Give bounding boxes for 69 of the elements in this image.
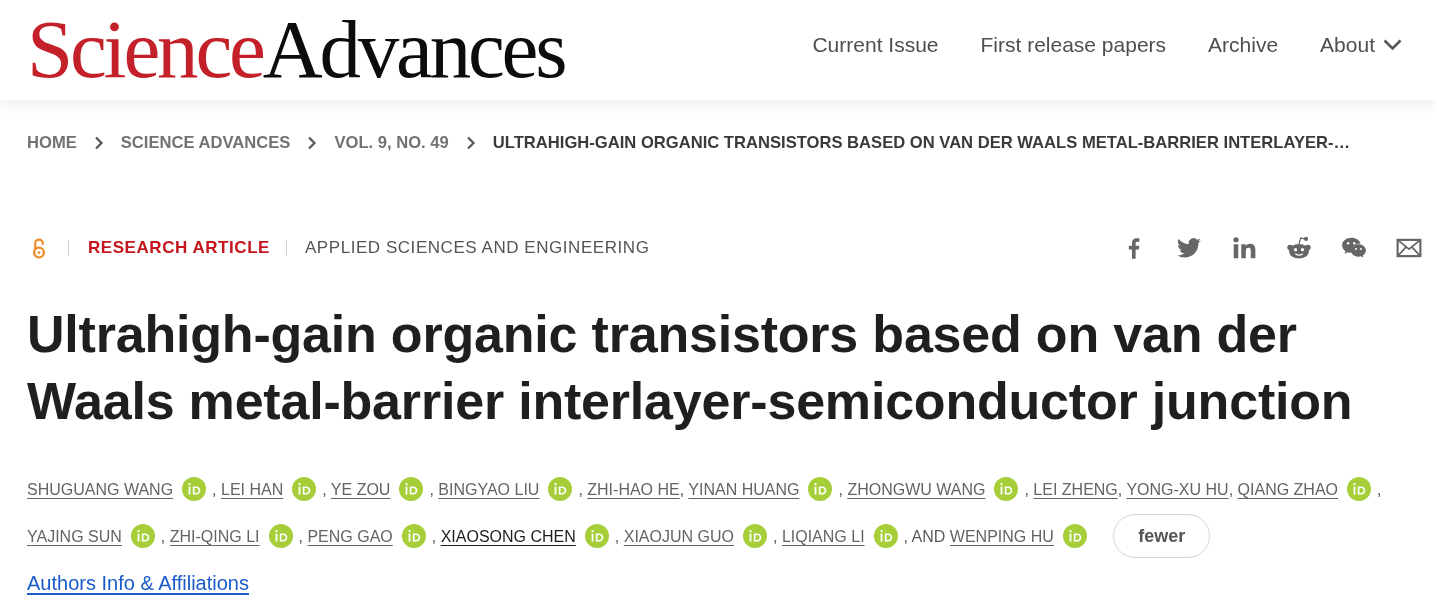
author-link[interactable]: YONG-XU HU (1126, 481, 1229, 498)
separator-text: , (614, 528, 620, 545)
id-badge-icon[interactable] (742, 523, 767, 548)
author-link[interactable]: QIANG ZHAO (1237, 481, 1338, 498)
author-link[interactable]: LEI ZHENG (1033, 481, 1118, 498)
nav-link[interactable]: Current Issue (812, 33, 939, 57)
id-badge-icon[interactable] (130, 523, 155, 548)
author-link[interactable]: XIAOSONG CHEN (440, 528, 576, 545)
alien-head-icon[interactable] (1286, 235, 1312, 261)
author-link[interactable]: PENG GAO (307, 528, 393, 545)
separator-text: , (1117, 481, 1123, 498)
separator-text: , (838, 481, 843, 498)
nav-link[interactable]: First release papers (980, 33, 1167, 57)
author-link[interactable]: BINGYAO LIU (438, 481, 540, 498)
separator-text: , AND (903, 528, 946, 545)
chevron-down-icon (1383, 39, 1402, 51)
separator-text: , (429, 481, 434, 498)
author-link[interactable]: YINAN HUANG (688, 481, 800, 498)
separator-text: , (679, 481, 685, 498)
id-badge-icon[interactable] (548, 476, 573, 501)
separator-text: , (1228, 481, 1234, 498)
id-badge-icon[interactable] (399, 476, 424, 501)
id-badge-icon[interactable] (873, 523, 898, 548)
author-link[interactable]: YE ZOU (330, 481, 391, 498)
id-badge-icon[interactable] (1062, 523, 1087, 548)
separator-text: , (578, 481, 583, 498)
breadcrumb-link[interactable]: VOL. 9, NO. 49 (334, 133, 449, 153)
separator-text: , (1377, 481, 1382, 498)
authors-info-link[interactable]: Authors Info & Affiliations (27, 572, 249, 594)
id-badge-icon[interactable] (584, 523, 609, 548)
author-link[interactable]: WENPING HU (949, 528, 1054, 545)
chevron-icon (93, 136, 104, 150)
id-badge-icon[interactable] (401, 523, 426, 548)
separator-text: , (212, 481, 217, 498)
breadcrumb-link[interactable]: ULTRAHIGH-GAIN ORGANIC TRANSISTORS BASED ON VAN DER WAALS METAL-BARRIER INTERLAYER-… (492, 133, 1351, 153)
separator-text: , (322, 481, 327, 498)
nav-link[interactable]: Archive (1208, 33, 1279, 57)
author-link[interactable]: XIAOJUN GUO (623, 528, 734, 545)
author-link[interactable]: ZHI-HAO HE (587, 481, 680, 498)
author-link[interactable]: ZHI-QING LI (169, 528, 260, 545)
id-badge-icon[interactable] (268, 523, 293, 548)
subject-label[interactable]: APPLIED SCIENCES AND ENGINEERING (304, 238, 650, 258)
id-badge-icon[interactable] (994, 476, 1019, 501)
id-badge-icon[interactable] (808, 476, 833, 501)
author-link[interactable]: LEI HAN (221, 481, 284, 498)
site-logo[interactable]: ScienceAdvances (27, 7, 565, 91)
separator-text: , (160, 528, 166, 545)
article-title: Ultrahigh-gain organic transistors based on van der Waals metal-barrier interlayer-semiconductor junction (26, 304, 1354, 432)
fewer-button[interactable]: fewer (1113, 513, 1211, 558)
article-type: RESEARCH ARTICLE (88, 238, 270, 258)
breadcrumb-link[interactable]: HOME (27, 133, 77, 153)
open-lock-icon (32, 237, 46, 259)
chevron-icon (307, 136, 318, 150)
chevron-icon (465, 136, 476, 150)
author-link[interactable]: YAJING SUN (27, 528, 122, 545)
linkedin-icon[interactable] (1231, 235, 1257, 261)
separator-text: , (772, 528, 778, 545)
nav-menu-link[interactable]: About (1320, 33, 1402, 57)
id-badge-icon[interactable] (292, 476, 317, 501)
author-link[interactable]: LIQIANG LI (781, 528, 865, 545)
author-link[interactable]: ZHONGWU WANG (847, 481, 986, 498)
id-badge-icon[interactable] (182, 476, 207, 501)
author-link[interactable]: SHUGUANG WANG (27, 481, 174, 498)
bird-icon[interactable] (1176, 235, 1202, 261)
separator-text: , (431, 528, 437, 545)
breadcrumb-link[interactable]: SCIENCE ADVANCES (120, 133, 291, 153)
separator-text: , (298, 528, 303, 545)
separator-text: , (1024, 481, 1029, 498)
id-badge-icon[interactable] (1347, 476, 1371, 501)
